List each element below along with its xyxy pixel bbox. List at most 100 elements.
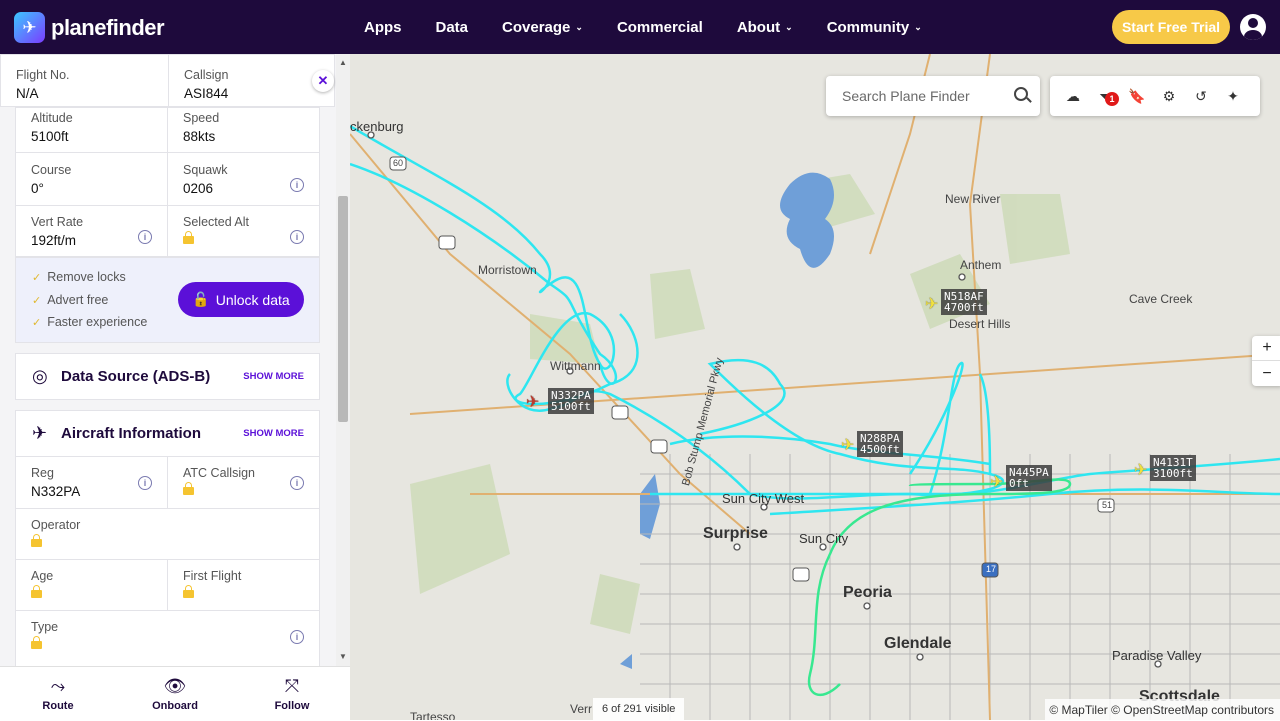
place-label: Anthem [960, 258, 1002, 272]
data-source-section[interactable]: ◎ Data Source (ADS-B) SHOW MORE [15, 353, 320, 400]
plane-logo-icon: ✈ [14, 12, 45, 43]
altitude-value: 5100ft [31, 129, 69, 144]
place-label: Desert Hills [949, 317, 1011, 331]
aircraft-selected-icon[interactable]: ✈ [526, 392, 539, 412]
info-icon[interactable]: i [290, 630, 304, 644]
planefinder-logo[interactable]: ✈ planefinder [14, 12, 165, 43]
tab-onboard[interactable]: 👁 Onboard [117, 667, 233, 721]
aircraft-info-section[interactable]: ✈ Aircraft Information SHOW MORE [15, 410, 320, 457]
map-attribution[interactable]: © MapTiler © OpenStreetMap contributors [1045, 699, 1280, 720]
lock-icon [183, 482, 194, 497]
flight-details-sidebar: Flight No. N/A Callsign ASI844 ✕ Altitud… [0, 54, 350, 720]
place-label: Surprise [703, 525, 768, 542]
start-free-trial-button[interactable]: Start Free Trial [1112, 10, 1230, 44]
scroll-down-icon[interactable]: ▼ [339, 652, 347, 661]
plane-icon: ✈ [32, 423, 48, 443]
nav-about[interactable]: About ⌄ [737, 19, 793, 36]
chevron-down-icon: ⌄ [575, 21, 583, 32]
scrollbar-thumb[interactable] [338, 196, 348, 422]
info-icon[interactable]: i [290, 178, 304, 192]
perk-item: ✓ Remove locks [32, 270, 126, 284]
aircraft-label[interactable]: N445PA 0ft [1006, 465, 1052, 491]
type-cell: Type [16, 620, 73, 656]
info-icon[interactable]: i [290, 476, 304, 490]
squawk-cell: Squawk 0206 [183, 163, 228, 196]
search-icon[interactable] [1014, 87, 1028, 101]
place-label: Verr [570, 702, 593, 716]
nav-data[interactable]: Data [436, 19, 469, 36]
place-label: New River [945, 192, 1001, 206]
main-nav: Apps Data Coverage ⌄ Commercial About ⌄ Co… [364, 0, 956, 54]
callsign-value: ASI844 [184, 86, 229, 101]
history-icon[interactable]: ↺ [1191, 86, 1211, 106]
scroll-up-icon[interactable]: ▲ [339, 58, 347, 67]
aircraft-label[interactable]: N332PA 5100ft [548, 388, 594, 414]
place-label: Paradise Valley [1112, 648, 1202, 663]
vert-rate-cell: Vert Rate 192ft/m [31, 215, 84, 248]
lock-icon [183, 231, 194, 246]
follow-icon: ⤧ [284, 676, 300, 696]
bottom-tabbar: ⤳ Route 👁 Onboard ⤧ Follow [0, 666, 350, 720]
lock-icon [31, 636, 42, 651]
aircraft-label[interactable]: N4131T 3100ft [1150, 455, 1196, 481]
aircraft-icon[interactable]: ✈ [1134, 460, 1147, 480]
bookmark-icon[interactable]: 🔖 [1127, 86, 1147, 106]
zoom-in-button[interactable]: + [1252, 336, 1280, 361]
nav-community[interactable]: Community ⌄ [827, 19, 922, 36]
aircraft-info-card: Reg N332PA i ATC Callsign i Operator Age… [15, 456, 320, 668]
data-source-show-more[interactable]: SHOW MORE [243, 371, 304, 382]
unlock-data-button[interactable]: 🔓 Unlock data [178, 282, 304, 317]
flight-stats-card: Altitude 5100ft Speed 88kts Course 0° Sq… [15, 107, 320, 258]
close-panel-button[interactable]: ✕ [312, 70, 334, 92]
brand-name: planefinder [51, 14, 165, 40]
map-canvas [350, 54, 1280, 720]
reg-value: N332PA [31, 484, 81, 499]
visible-aircraft-count: 6 of 291 visible [593, 698, 685, 720]
aircraft-label[interactable]: N288PA 4500ft [857, 431, 903, 457]
operator-cell: Operator [16, 518, 95, 554]
vert-rate-value: 192ft/m [31, 233, 77, 248]
nav-coverage[interactable]: Coverage ⌄ [502, 19, 583, 36]
place-label: ckenburg [350, 119, 404, 134]
age-cell: Age [16, 569, 68, 605]
speed-value: 88kts [183, 129, 216, 144]
nav-commercial[interactable]: Commercial [617, 19, 703, 36]
info-icon[interactable]: i [138, 476, 152, 490]
course-value: 0° [31, 181, 44, 196]
search-input[interactable] [826, 76, 996, 116]
sidebar-scrollbar[interactable]: ▲ ▼ [336, 54, 350, 666]
aircraft-info-title: Aircraft Information [61, 425, 202, 442]
check-icon: ✓ [32, 272, 42, 284]
tab-follow[interactable]: ⤧ Follow [234, 667, 350, 721]
aircraft-icon[interactable]: ✈ [925, 294, 938, 314]
zoom-out-button[interactable]: − [1252, 361, 1280, 386]
check-icon: ✓ [32, 317, 42, 329]
altitude-cell: Altitude 5100ft [31, 111, 73, 144]
place-label: Sun City West [722, 491, 805, 506]
place-label: Wittmann [550, 359, 601, 373]
info-icon[interactable]: i [290, 230, 304, 244]
aircraft-icon[interactable]: ✈ [990, 472, 1003, 492]
flight-no-value: N/A [16, 86, 39, 101]
tab-route[interactable]: ⤳ Route [0, 667, 116, 721]
nav-apps[interactable]: Apps [364, 19, 402, 36]
reg-cell: Reg N332PA [31, 466, 81, 499]
lock-icon [183, 585, 194, 600]
perk-item: ✓ Advert free [32, 293, 109, 307]
user-account-icon[interactable] [1240, 14, 1266, 40]
signal-icon: ◎ [32, 366, 48, 386]
data-source-title: Data Source (ADS-B) [61, 368, 211, 385]
map-search-box [826, 76, 1040, 116]
aircraft-icon[interactable]: ✈ [841, 435, 854, 455]
aircraft-label[interactable]: N518AF 4700ft [941, 289, 987, 315]
info-icon[interactable]: i [138, 230, 152, 244]
settings-icon[interactable]: ⚙ [1159, 86, 1179, 106]
place-label: Cave Creek [1129, 292, 1193, 306]
callsign-cell: Callsign ASI844 [184, 68, 229, 101]
perk-item: ✓ Faster experience [32, 315, 148, 329]
highway-shield: 17 [986, 564, 997, 574]
flight-map[interactable]: ckenburg New River Anthem Desert Hills C… [350, 54, 1280, 720]
weather-icon[interactable]: ☁ [1063, 86, 1083, 106]
aircraft-info-show-more[interactable]: SHOW MORE [243, 428, 304, 439]
airport-icon[interactable]: ✦ [1223, 86, 1243, 106]
